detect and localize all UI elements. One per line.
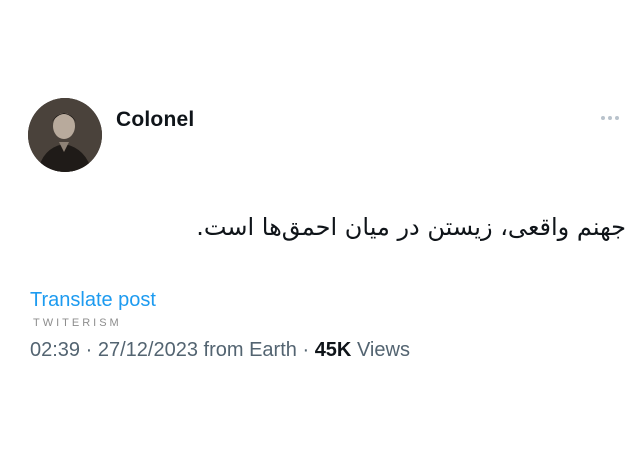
views-label: Views [356,339,410,361]
tweet-source: from Earth [203,339,297,361]
views-count[interactable]: 45K [315,339,352,361]
watermark: TWITERISM [33,317,122,329]
translate-post-link[interactable]: Translate post [30,289,156,312]
more-dots-icon [601,116,605,120]
more-dot [615,116,619,120]
tweet-meta: 02:39 · 27/12/2023 from Earth · 45K View… [30,339,410,362]
user-avatar-icon [28,98,102,172]
more-options-button[interactable] [596,108,624,128]
tweet-text: جهنم واقعی، زیستن در میان احمق‌ها است. [196,213,626,241]
meta-separator: · [85,339,93,361]
more-dot [608,116,612,120]
tweet-card: Colonel جهنم واقعی، زیستن در میان احمق‌ه… [0,0,640,464]
display-name[interactable]: Colonel [116,108,194,132]
avatar[interactable] [28,98,102,172]
tweet-date[interactable]: 27/12/2023 [98,339,198,361]
meta-separator: · [302,339,310,361]
tweet-time[interactable]: 02:39 [30,339,80,361]
